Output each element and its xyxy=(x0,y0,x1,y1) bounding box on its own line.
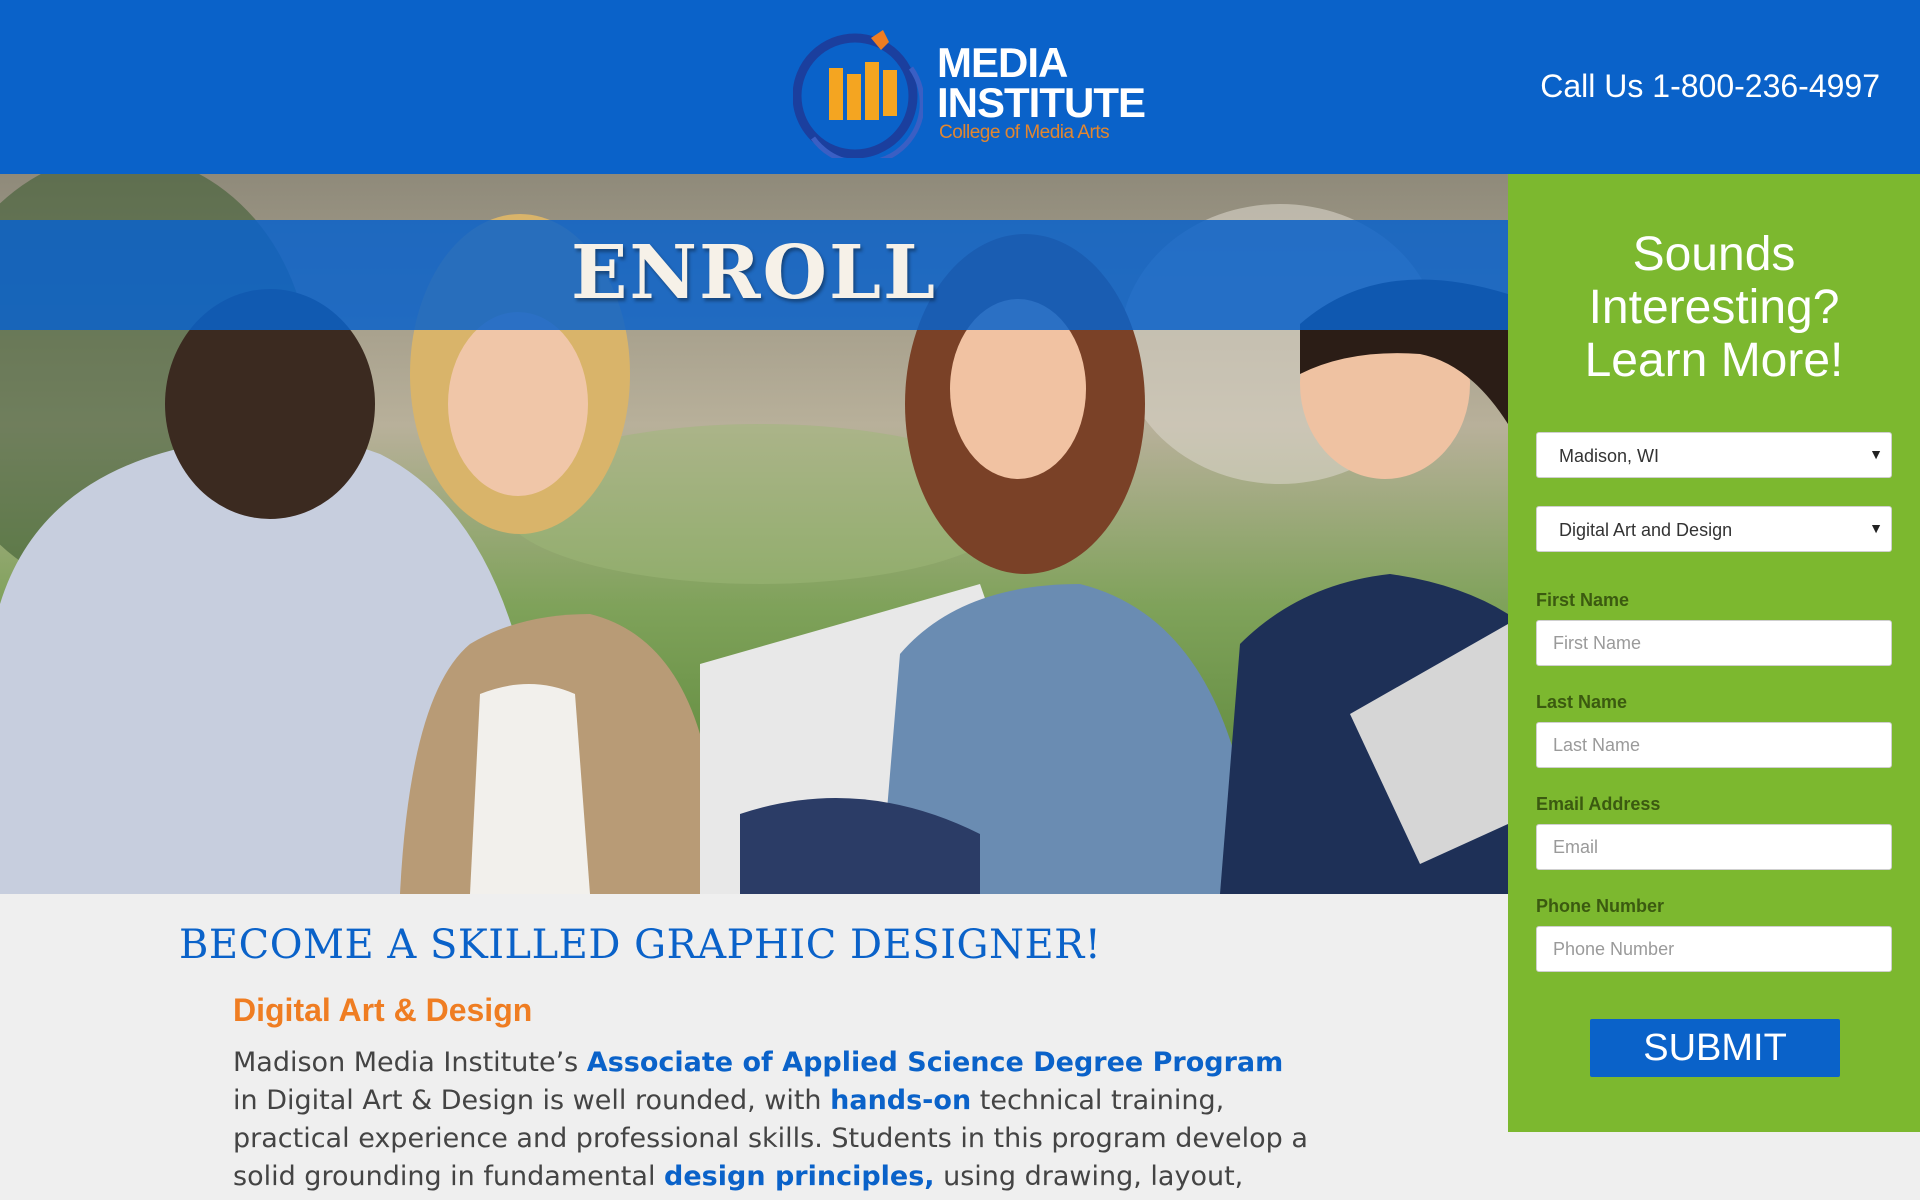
logo-text-line1: MEDIA xyxy=(937,39,1068,86)
page-headline: BECOME A SKILLED GRAPHIC DESIGNER! xyxy=(179,922,1102,968)
submit-button[interactable]: SUBMIT xyxy=(1590,1019,1840,1077)
logo-mark-icon xyxy=(793,30,923,158)
phone-input[interactable] xyxy=(1536,926,1892,972)
logo-text-line2: INSTITUTE xyxy=(937,79,1146,126)
description-text: in Digital Art & Design is well rounded,… xyxy=(233,1085,831,1116)
main-content: BECOME A SKILLED GRAPHIC DESIGNER! Digit… xyxy=(0,894,1508,1200)
last-name-label: Last Name xyxy=(1536,692,1628,712)
hero-section: ENROLL xyxy=(0,174,1508,894)
form-title: Sounds Interesting? Learn More! xyxy=(1508,228,1920,387)
email-label: Email Address xyxy=(1536,794,1661,814)
campus-select-value: Madison, WI xyxy=(1559,446,1660,466)
caret-down-icon: ▼ xyxy=(1869,520,1883,536)
enroll-banner-text: ENROLL xyxy=(570,230,938,316)
caret-down-icon: ▼ xyxy=(1869,446,1883,462)
form-title-line2: Interesting? xyxy=(1588,281,1840,334)
media-institute-logo[interactable]: MEDIA INSTITUTE College of Media Arts xyxy=(793,20,1146,158)
campus-select[interactable]: Madison, WI ▼ xyxy=(1536,432,1892,478)
logo-subtitle: College of Media Arts xyxy=(939,122,1110,143)
form-title-line3: Learn More! xyxy=(1584,334,1844,387)
program-subheadline: Digital Art & Design xyxy=(233,992,533,1028)
email-input[interactable] xyxy=(1536,824,1892,870)
phone-label: Phone Number xyxy=(1536,896,1665,916)
program-description: Madison Media Institute’s Associate of A… xyxy=(233,1044,1313,1200)
form-title-line1: Sounds xyxy=(1632,228,1796,281)
highlight-design-principles: design principles, xyxy=(664,1161,935,1192)
program-select[interactable]: Digital Art and Design ▼ xyxy=(1536,506,1892,552)
program-select-value: Digital Art and Design xyxy=(1559,520,1733,540)
call-us-phone[interactable]: Call Us 1-800-236-4997 xyxy=(1540,68,1880,105)
site-header: MEDIA INSTITUTE College of Media Arts Ca… xyxy=(0,0,1920,174)
last-name-input[interactable] xyxy=(1536,722,1892,768)
first-name-label: First Name xyxy=(1536,590,1630,610)
first-name-input[interactable] xyxy=(1536,620,1892,666)
lead-form-panel: Sounds Interesting? Learn More! Madison,… xyxy=(1508,174,1920,1132)
highlight-hands-on: hands-on xyxy=(830,1085,972,1116)
highlight-aas-degree: Associate of Applied Science Degree Prog… xyxy=(586,1047,1284,1078)
description-text: Madison Media Institute’s xyxy=(233,1047,587,1078)
